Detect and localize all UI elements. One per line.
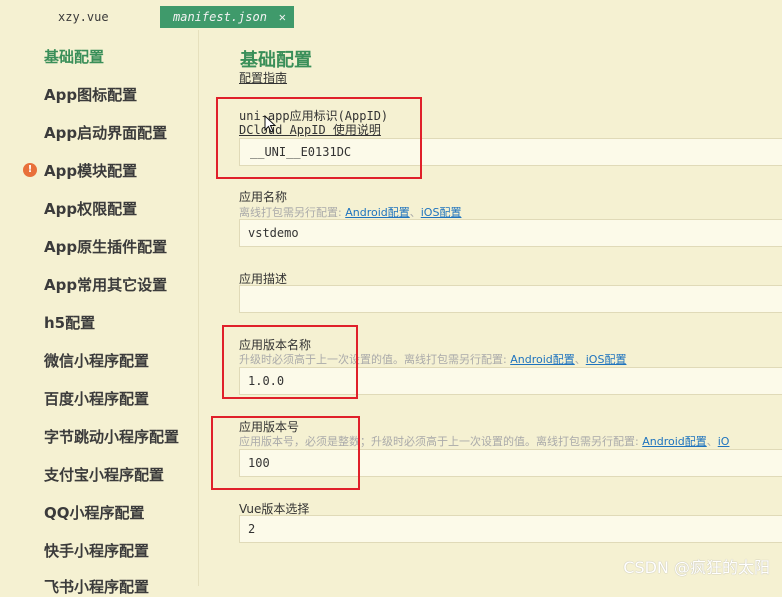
sidebar-item-toutiao[interactable]: 字节跳动小程序配置 [44, 426, 179, 447]
close-icon[interactable]: ✕ [279, 6, 286, 28]
app-name-field[interactable]: vstdemo [239, 219, 782, 247]
tab-bar: xzy.vue manifest.json ✕ [0, 0, 782, 30]
sidebar-item-app-icon[interactable]: App图标配置 [44, 84, 137, 105]
tab-manifest-json[interactable]: manifest.json ✕ [160, 6, 294, 28]
sidebar: 基础配置 App图标配置 App启动界面配置 ! App模块配置 App权限配置… [18, 30, 199, 596]
sidebar-item-app-permissions[interactable]: App权限配置 [44, 198, 137, 219]
android-config-link[interactable]: Android配置 [345, 206, 410, 219]
sidebar-item-basic[interactable]: 基础配置 [44, 46, 104, 67]
highlight-box-version-name [222, 325, 358, 399]
vue-version-select[interactable]: 2 [239, 515, 782, 543]
app-description-field[interactable] [239, 285, 782, 313]
sidebar-item-app-native-plugins[interactable]: App原生插件配置 [44, 236, 167, 257]
config-guide-link[interactable]: 配置指南 [239, 69, 287, 86]
warning-icon: ! [23, 163, 37, 177]
android-config-link[interactable]: Android配置 [510, 353, 575, 366]
sidebar-item-app-modules[interactable]: App模块配置 [44, 160, 137, 181]
highlight-box-version-code [211, 416, 360, 490]
sidebar-item-h5[interactable]: h5配置 [44, 312, 95, 333]
tab-xzy-vue[interactable]: xzy.vue [48, 6, 168, 28]
sidebar-item-app-other-settings[interactable]: App常用其它设置 [44, 274, 167, 295]
highlight-box-appid [216, 97, 422, 179]
sidebar-item-baidu[interactable]: 百度小程序配置 [44, 388, 149, 409]
separator: 、 [409, 206, 421, 219]
sidebar-item-feishu[interactable]: 飞书小程序配置 [44, 576, 149, 597]
hint-text: 离线打包需另行配置: [239, 206, 342, 219]
watermark: CSDN @疯狂的太阳 [623, 558, 770, 577]
tab-label: manifest.json [173, 10, 267, 24]
tab-label: xzy.vue [58, 10, 109, 24]
ios-config-link[interactable]: iOS配置 [586, 353, 627, 366]
sidebar-item-kuaishou[interactable]: 快手小程序配置 [44, 540, 149, 561]
separator: 、 [706, 435, 718, 448]
mouse-cursor-icon [264, 115, 277, 133]
sidebar-item-qq[interactable]: QQ小程序配置 [44, 502, 145, 523]
app-name-label: 应用名称 [239, 190, 288, 204]
separator: 、 [574, 353, 586, 366]
sidebar-item-weixin[interactable]: 微信小程序配置 [44, 350, 149, 371]
ios-config-link[interactable]: iOS配置 [421, 206, 462, 219]
sidebar-item-app-splash[interactable]: App启动界面配置 [44, 122, 167, 143]
ios-config-link[interactable]: iO [718, 435, 730, 448]
android-config-link[interactable]: Android配置 [642, 435, 707, 448]
sidebar-item-alipay[interactable]: 支付宝小程序配置 [44, 464, 164, 485]
app-name-hint: 离线打包需另行配置: Android配置、iOS配置 [239, 204, 461, 220]
